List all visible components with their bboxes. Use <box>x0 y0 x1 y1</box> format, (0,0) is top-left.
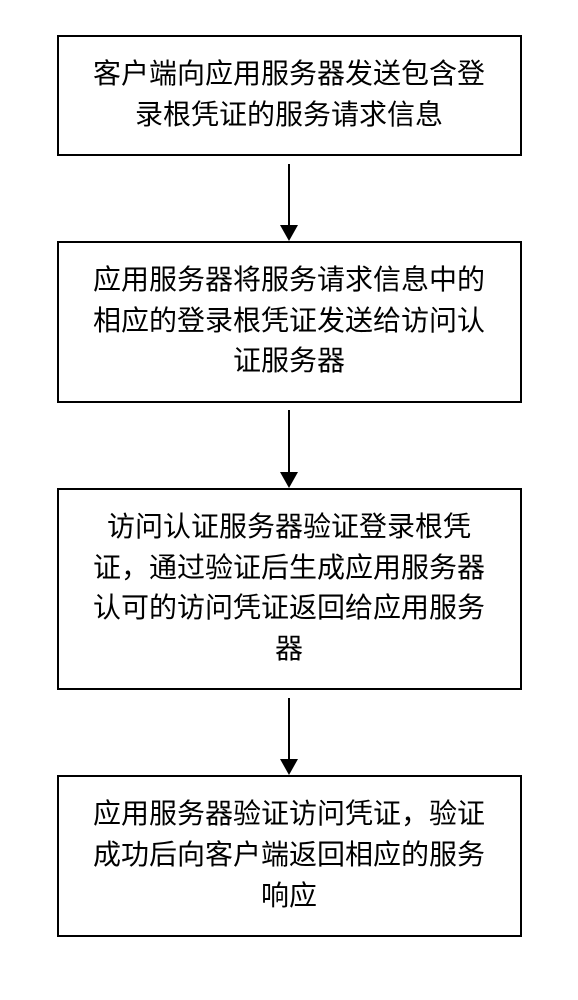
step-text: 应用服务器将服务请求信息中的相应的登录根凭证发送给访问认证服务器 <box>84 261 495 383</box>
arrow-line <box>288 164 290 234</box>
flowchart-arrow-1 <box>288 156 290 241</box>
arrow-line <box>288 410 290 480</box>
arrow-head-icon <box>280 472 298 488</box>
flowchart-step-3: 访问认证服务器验证登录根凭证，通过验证后生成应用服务器认可的访问凭证返回给应用服… <box>57 488 522 690</box>
flowchart-step-4: 应用服务器验证访问凭证，验证成功后向客户端返回相应的服务响应 <box>57 775 522 937</box>
step-text: 客户端向应用服务器发送包含登录根凭证的服务请求信息 <box>84 55 495 136</box>
arrow-line <box>288 698 290 768</box>
flowchart-arrow-3 <box>288 690 290 775</box>
step-text: 应用服务器验证访问凭证，验证成功后向客户端返回相应的服务响应 <box>84 795 495 917</box>
flowchart-step-1: 客户端向应用服务器发送包含登录根凭证的服务请求信息 <box>57 35 522 156</box>
flowchart-step-2: 应用服务器将服务请求信息中的相应的登录根凭证发送给访问认证服务器 <box>57 241 522 403</box>
step-text: 访问认证服务器验证登录根凭证，通过验证后生成应用服务器认可的访问凭证返回给应用服… <box>84 508 495 670</box>
arrow-head-icon <box>280 759 298 775</box>
flowchart-arrow-2 <box>288 403 290 488</box>
arrow-head-icon <box>280 225 298 241</box>
